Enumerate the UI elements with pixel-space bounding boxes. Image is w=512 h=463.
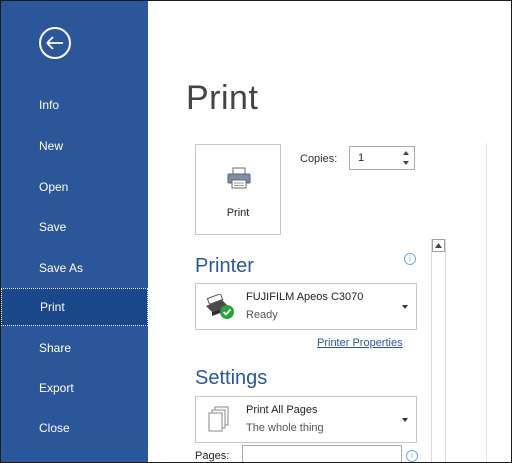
printer-name: FUJIFILM Apeos C3070 — [246, 291, 364, 303]
sidebar-item-save[interactable]: Save — [1, 208, 148, 246]
sidebar-item-label: Info — [39, 98, 60, 112]
sidebar-item-label: Open — [39, 180, 69, 194]
backstage-window: Info New Open Save Save As Print Share E… — [0, 0, 512, 463]
sidebar-item-label: Print — [40, 300, 65, 314]
printer-ready-icon — [206, 294, 234, 319]
print-button-label: Print — [226, 207, 250, 219]
info-icon[interactable]: i — [406, 450, 418, 462]
print-range-subtitle: The whole thing — [246, 422, 324, 434]
sidebar-item-print[interactable]: Print — [1, 288, 148, 326]
copies-value: 1 — [358, 152, 365, 164]
info-icon[interactable]: i — [404, 253, 416, 265]
print-panel: Print Print Copies: 1 Printer i FUJIFILM… — [148, 1, 511, 462]
pages-label: Pages: — [195, 450, 230, 462]
backstage-sidebar: Info New Open Save Save As Print Share E… — [1, 1, 148, 462]
settings-scrollbar[interactable] — [431, 239, 446, 462]
sidebar-item-new[interactable]: New — [1, 127, 148, 165]
sidebar-item-info[interactable]: Info — [1, 86, 148, 124]
sidebar-item-open[interactable]: Open — [1, 168, 148, 206]
print-range-dropdown[interactable]: Print All Pages The whole thing — [195, 396, 417, 443]
printer-status: Ready — [246, 309, 278, 321]
sidebar-item-save-as[interactable]: Save As — [1, 249, 148, 287]
arrow-left-icon — [46, 36, 63, 50]
printer-icon — [227, 167, 251, 189]
scroll-up-button[interactable] — [432, 239, 445, 252]
settings-section-title: Settings — [195, 367, 268, 389]
chevron-down-icon — [402, 305, 408, 309]
caret-up-icon — [435, 243, 442, 248]
printer-dropdown[interactable]: FUJIFILM Apeos C3070 Ready — [195, 283, 417, 330]
sidebar-item-label: New — [39, 139, 64, 153]
printer-section-title: Printer — [195, 255, 254, 277]
spin-arrows-icon[interactable] — [402, 149, 410, 167]
pages-icon — [208, 406, 229, 432]
sidebar-item-share[interactable]: Share — [1, 329, 148, 367]
copies-stepper[interactable]: 1 — [349, 146, 415, 170]
copies-label: Copies: — [300, 153, 338, 165]
chevron-down-icon — [402, 418, 408, 422]
pages-field[interactable] — [242, 445, 402, 462]
sidebar-item-label: Save — [39, 220, 67, 234]
back-button[interactable] — [39, 27, 71, 59]
sidebar-item-label: Save As — [39, 261, 84, 275]
print-button[interactable]: Print — [195, 144, 281, 235]
print-range-title: Print All Pages — [246, 404, 318, 416]
preview-divider — [486, 143, 487, 462]
page-title: Print — [186, 79, 259, 117]
sidebar-item-label: Share — [39, 341, 72, 355]
sidebar-item-close[interactable]: Close — [1, 409, 148, 447]
sidebar-item-label: Export — [39, 381, 74, 395]
sidebar-item-export[interactable]: Export — [1, 369, 148, 407]
printer-properties-link[interactable]: Printer Properties — [317, 337, 403, 349]
sidebar-item-label: Close — [39, 421, 70, 435]
